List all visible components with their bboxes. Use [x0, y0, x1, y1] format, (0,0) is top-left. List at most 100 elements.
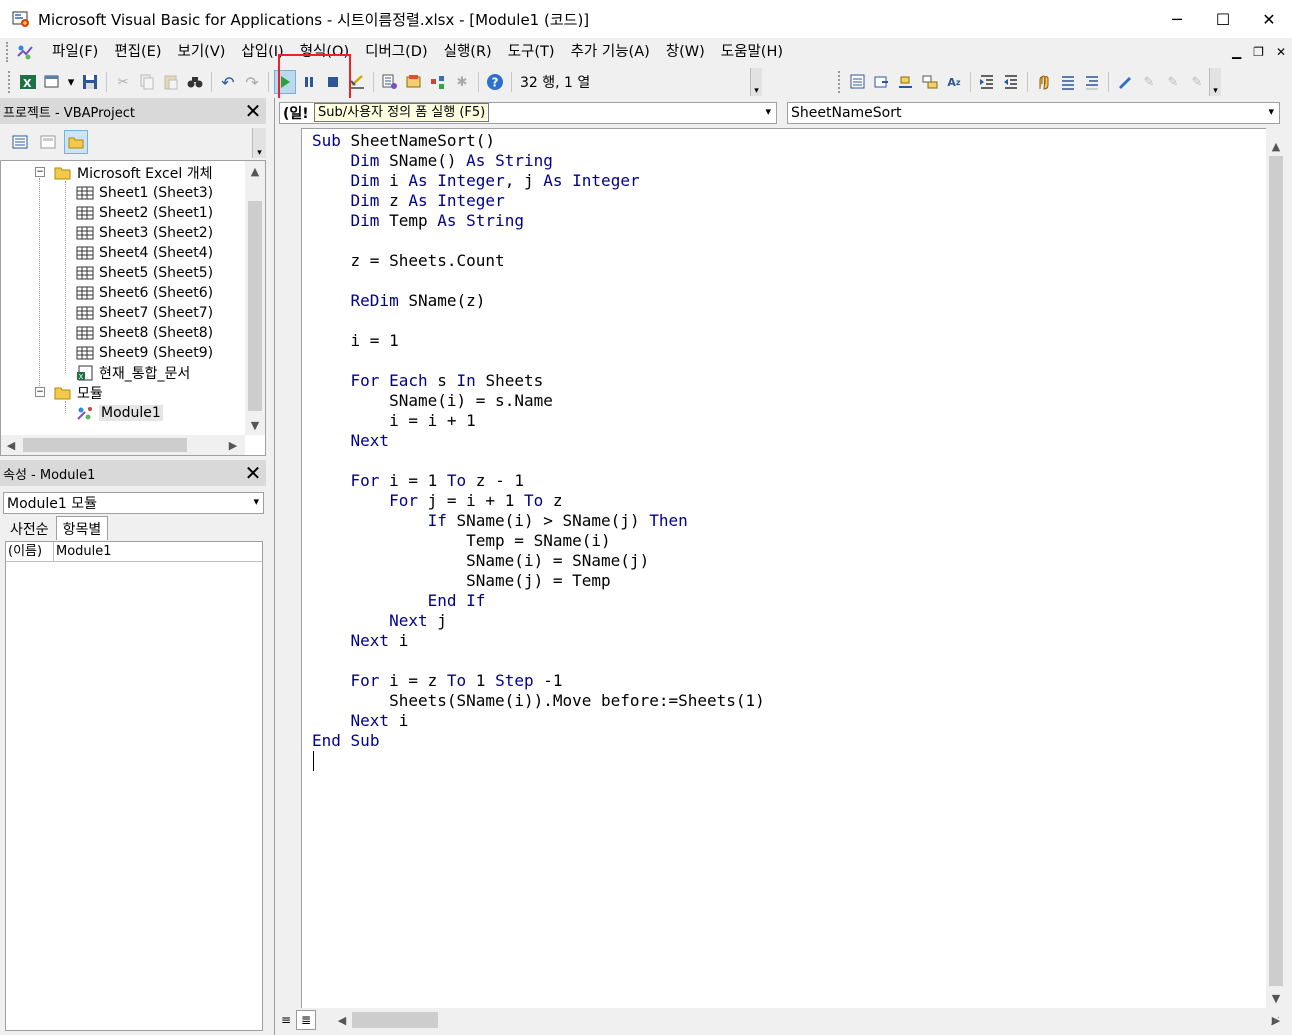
code-line[interactable]: SName(i) = s.Name: [312, 391, 765, 411]
code-line[interactable]: Temp = SName(i): [312, 531, 765, 551]
code-line[interactable]: For i = z To 1 Step -1: [312, 671, 765, 691]
code-line[interactable]: Dim z As Integer: [312, 191, 765, 211]
list-constants-icon[interactable]: [871, 70, 893, 94]
code-line[interactable]: [312, 231, 765, 251]
code-line[interactable]: SName(j) = Temp: [312, 571, 765, 591]
code-line[interactable]: [312, 311, 765, 331]
code-line[interactable]: z = Sheets.Count: [312, 251, 765, 271]
properties-object-select[interactable]: Module1 모듈 ▾: [3, 492, 264, 514]
project-pane-close-icon[interactable]: ✕: [242, 99, 264, 123]
property-row-name[interactable]: (이름) Module1: [6, 542, 262, 562]
project-tree-hscroll[interactable]: ◀ ▶: [1, 435, 245, 455]
outdent-icon[interactable]: [1000, 70, 1022, 94]
code-line[interactable]: i = 1: [312, 331, 765, 351]
procedure-combo[interactable]: SheetNameSort ▾: [787, 102, 1280, 124]
clear-bookmarks-icon[interactable]: ✎: [1186, 70, 1208, 94]
code-line[interactable]: [312, 351, 765, 371]
view-excel-icon[interactable]: X: [17, 70, 39, 94]
redo-icon[interactable]: ↷: [241, 70, 263, 94]
project-tree-vscroll[interactable]: ▲ ▼: [245, 161, 265, 435]
tree-item-thisworkbook[interactable]: X 현재_통합_문서: [75, 363, 190, 383]
insert-userform-icon[interactable]: [41, 70, 63, 94]
code-line[interactable]: Next j: [312, 611, 765, 631]
vba-app-icon[interactable]: [10, 8, 32, 30]
object-browser-icon[interactable]: [427, 70, 449, 94]
parameter-info-icon[interactable]: [919, 70, 941, 94]
toolbox-icon[interactable]: ✱: [451, 70, 473, 94]
collapse-modules-icon[interactable]: −: [35, 387, 45, 397]
design-mode-icon[interactable]: [346, 70, 368, 94]
menu-view[interactable]: 보기(V): [170, 39, 234, 65]
tree-item-sheet3[interactable]: Sheet3 (Sheet2): [75, 223, 213, 243]
view-code-icon[interactable]: [8, 130, 32, 154]
complete-word-icon[interactable]: Az: [943, 70, 965, 94]
mdi-minimize-icon[interactable]: ▁: [1232, 45, 1241, 59]
menu-format[interactable]: 형식(O): [292, 39, 357, 65]
tree-item-sheet6[interactable]: Sheet6 (Sheet6): [75, 283, 213, 303]
code-line[interactable]: [312, 651, 765, 671]
toolbar-options-icon[interactable]: ▾: [750, 68, 762, 96]
code-editor[interactable]: Sub SheetNameSort() Dim SName() As Strin…: [302, 128, 1266, 1008]
scroll-thumb[interactable]: [248, 201, 262, 411]
toggle-folders-icon[interactable]: [64, 130, 88, 154]
next-bookmark-icon[interactable]: ✎: [1138, 70, 1160, 94]
paste-icon[interactable]: [160, 70, 182, 94]
scroll-thumb[interactable]: [352, 1012, 438, 1028]
code-line[interactable]: i = i + 1: [312, 411, 765, 431]
cut-icon[interactable]: ✂: [112, 70, 134, 94]
code-line[interactable]: Sheets(SName(i)).Move before:=Sheets(1): [312, 691, 765, 711]
code-line[interactable]: For j = i + 1 To z: [312, 491, 765, 511]
code-line[interactable]: Dim SName() As String: [312, 151, 765, 171]
toolbar-grip[interactable]: [8, 71, 12, 93]
procedure-view-icon[interactable]: ≡: [276, 1010, 296, 1030]
menu-window[interactable]: 창(W): [658, 39, 713, 65]
menu-addins[interactable]: 추가 기능(A): [563, 39, 658, 65]
scroll-left-icon[interactable]: ◀: [332, 1010, 352, 1030]
tree-item-sheet1[interactable]: Sheet1 (Sheet3): [75, 183, 213, 203]
menu-insert[interactable]: 삽입(I): [233, 39, 291, 65]
tab-categorized[interactable]: 항목별: [55, 516, 109, 540]
indent-icon[interactable]: [976, 70, 998, 94]
code-line[interactable]: For Each s In Sheets: [312, 371, 765, 391]
property-value[interactable]: Module1: [54, 542, 112, 561]
tree-item-sheet4[interactable]: Sheet4 (Sheet4): [75, 243, 213, 263]
code-line[interactable]: Dim Temp As String: [312, 211, 765, 231]
tree-item-sheet9[interactable]: Sheet9 (Sheet9): [75, 343, 213, 363]
tree-item-module1[interactable]: Module1: [75, 403, 163, 423]
menu-edit[interactable]: 편집(E): [106, 39, 169, 65]
help-icon[interactable]: ?: [484, 70, 506, 94]
code-line[interactable]: End If: [312, 591, 765, 611]
tree-item-sheet5[interactable]: Sheet5 (Sheet5): [75, 263, 213, 283]
toggle-breakpoint-icon[interactable]: [1033, 70, 1055, 94]
uncomment-block-icon[interactable]: [1081, 70, 1103, 94]
toolbar-options-icon[interactable]: ▾: [1209, 68, 1221, 96]
reset-icon[interactable]: [322, 70, 344, 94]
previous-bookmark-icon[interactable]: ✎: [1162, 70, 1184, 94]
properties-window-icon[interactable]: [403, 70, 425, 94]
comment-block-icon[interactable]: [1057, 70, 1079, 94]
excel-view-icon[interactable]: [12, 41, 38, 63]
scroll-down-icon[interactable]: ▼: [1266, 988, 1286, 1008]
maximize-button[interactable]: ☐: [1200, 0, 1246, 38]
collapse-excel-objects-icon[interactable]: −: [35, 167, 45, 177]
code-line[interactable]: Sub SheetNameSort(): [312, 131, 765, 151]
tree-item-sheet7[interactable]: Sheet7 (Sheet7): [75, 303, 213, 323]
break-icon[interactable]: [298, 70, 320, 94]
code-line[interactable]: For i = 1 To z - 1: [312, 471, 765, 491]
code-line[interactable]: [312, 451, 765, 471]
scroll-up-icon[interactable]: ▲: [245, 161, 265, 181]
code-margin-indicator-bar[interactable]: [276, 128, 302, 1008]
list-properties-icon[interactable]: [847, 70, 869, 94]
dropdown-arrow-icon[interactable]: ▾: [65, 70, 77, 94]
scroll-down-icon[interactable]: ▼: [245, 415, 265, 435]
project-explorer-icon[interactable]: [379, 70, 401, 94]
quick-info-icon[interactable]: [895, 70, 917, 94]
code-hscroll[interactable]: ≡ ≣ ◀ ▶: [276, 1008, 1286, 1032]
code-line[interactable]: End Sub: [312, 731, 765, 751]
copy-icon[interactable]: [136, 70, 158, 94]
code-line[interactable]: Next i: [312, 631, 765, 651]
project-toolbar-options-icon[interactable]: ▾: [252, 128, 266, 158]
save-icon[interactable]: [79, 70, 101, 94]
code-line[interactable]: If SName(i) > SName(j) Then: [312, 511, 765, 531]
menu-run[interactable]: 실행(R): [436, 39, 500, 65]
